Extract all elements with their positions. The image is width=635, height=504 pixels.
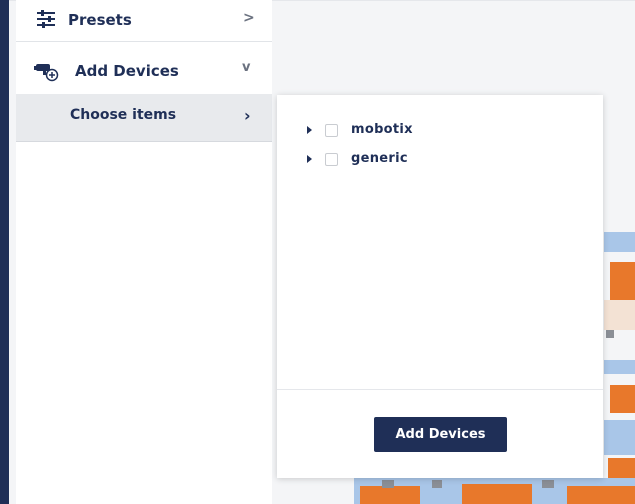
sidebar-item-add-devices[interactable]: Add Devices v	[16, 43, 272, 94]
floor-plan-room	[604, 232, 635, 252]
chevron-right-icon: ›	[244, 106, 251, 125]
floor-plan-room	[462, 484, 532, 504]
tree-item-label: mobotix	[351, 122, 413, 137]
floor-plan-room	[360, 486, 420, 504]
add-devices-button[interactable]: Add Devices	[374, 417, 507, 452]
chevron-down-icon: v	[242, 60, 251, 75]
sidebar-item-choose-items[interactable]: Choose items ›	[16, 94, 272, 142]
floor-plan-room	[567, 486, 635, 504]
tree-item-checkbox[interactable]	[325, 124, 338, 137]
floor-plan-room	[608, 458, 635, 480]
app-root: Presets > Add Devices v Choose items › m…	[0, 0, 635, 504]
floor-plan-wall	[432, 480, 442, 488]
floor-plan-room	[610, 385, 635, 413]
sidebar-item-label: Add Devices	[75, 62, 179, 80]
chevron-right-icon: >	[243, 10, 255, 26]
caret-right-icon[interactable]	[307, 126, 312, 134]
camera-add-icon	[34, 60, 60, 82]
floor-plan-room	[610, 262, 635, 302]
sidebar-item-label: Presets	[68, 11, 132, 29]
sidebar-item-presets[interactable]: Presets >	[16, 0, 272, 42]
floor-plan-room	[604, 300, 635, 330]
floor-plan-wall	[606, 330, 614, 338]
choose-items-popup: mobotix generic Add Devices	[277, 95, 603, 478]
floor-plan-room	[604, 420, 635, 455]
left-accent-bar	[0, 0, 9, 504]
sidebar-item-label: Choose items	[70, 107, 177, 123]
sliders-icon	[36, 10, 56, 28]
popup-divider	[277, 389, 603, 390]
sidebar: Presets > Add Devices v Choose items ›	[16, 0, 272, 504]
floor-plan-wall	[382, 480, 394, 488]
tree-item-label: generic	[351, 151, 408, 166]
floor-plan-wall	[542, 480, 554, 488]
tree-item-checkbox[interactable]	[325, 153, 338, 166]
caret-right-icon[interactable]	[307, 155, 312, 163]
floor-plan-room	[604, 360, 635, 374]
